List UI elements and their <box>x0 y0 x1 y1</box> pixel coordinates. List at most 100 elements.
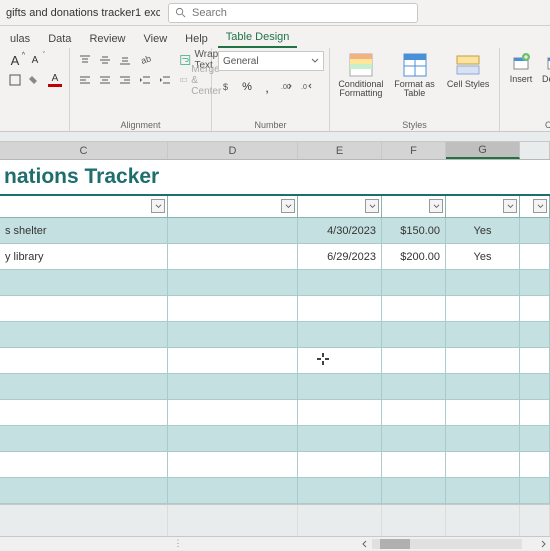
empty-grid[interactable] <box>0 504 550 538</box>
cell[interactable]: $200.00 <box>382 244 446 269</box>
cell[interactable]: 4/30/2023 <box>298 218 382 243</box>
align-left-button[interactable] <box>76 71 94 89</box>
cell[interactable] <box>446 270 520 295</box>
cell[interactable] <box>382 270 446 295</box>
table-row[interactable] <box>0 452 550 478</box>
filter-button-e[interactable] <box>365 199 379 213</box>
cell[interactable] <box>168 426 298 451</box>
filter-button-h[interactable] <box>533 199 547 213</box>
increase-font-button[interactable]: A^ <box>6 51 24 69</box>
cell[interactable] <box>520 400 550 425</box>
cell[interactable]: s shelter <box>0 218 168 243</box>
tab-formulas[interactable]: ulas <box>2 30 38 48</box>
table-row[interactable] <box>0 296 550 322</box>
align-top-button[interactable] <box>76 51 94 69</box>
cell[interactable] <box>168 478 298 503</box>
cell[interactable] <box>298 296 382 321</box>
cell[interactable] <box>298 270 382 295</box>
column-header-g[interactable]: G <box>446 142 520 159</box>
table-row[interactable]: s shelter4/30/2023$150.00Yes <box>0 218 550 244</box>
cell[interactable] <box>382 296 446 321</box>
horizontal-scrollbar[interactable]: ⋮ <box>0 536 550 550</box>
scroll-track[interactable] <box>372 539 522 549</box>
cell[interactable]: Yes <box>446 244 520 269</box>
cell-styles-button[interactable]: Cell Styles <box>443 51 493 89</box>
cell[interactable] <box>446 478 520 503</box>
increase-decimal-button[interactable]: .00 <box>278 78 296 96</box>
filter-button-f[interactable] <box>429 199 443 213</box>
align-right-button[interactable] <box>116 71 134 89</box>
scroll-thumb[interactable] <box>380 539 410 549</box>
table-row[interactable] <box>0 426 550 452</box>
conditional-formatting-button[interactable]: Conditional Formatting <box>336 51 386 99</box>
tab-review[interactable]: Review <box>81 30 133 48</box>
tab-data[interactable]: Data <box>40 30 79 48</box>
table-row[interactable]: y library 6/29/2023$200.00Yes <box>0 244 550 270</box>
accounting-format-button[interactable]: $ <box>218 78 236 96</box>
search-input[interactable]: Search <box>168 3 418 23</box>
cell[interactable] <box>520 452 550 477</box>
cell[interactable] <box>168 374 298 399</box>
scroll-right-button[interactable] <box>536 537 550 551</box>
table-row[interactable] <box>0 478 550 504</box>
tab-table-design[interactable]: Table Design <box>218 28 298 48</box>
column-header-c[interactable]: C <box>0 142 168 159</box>
cell[interactable] <box>520 348 550 373</box>
cell[interactable] <box>446 374 520 399</box>
cell[interactable] <box>382 400 446 425</box>
cell[interactable] <box>168 322 298 347</box>
cell[interactable] <box>0 348 168 373</box>
filename-dropdown[interactable]: gifts and donations tracker1 excel cdg..… <box>0 7 160 19</box>
filter-button-d[interactable] <box>281 199 295 213</box>
cell[interactable] <box>520 244 550 269</box>
cell[interactable] <box>382 478 446 503</box>
cell[interactable]: 6/29/2023 <box>298 244 382 269</box>
insert-button[interactable]: Insert <box>506 51 536 84</box>
cell[interactable] <box>0 270 168 295</box>
cell[interactable] <box>168 296 298 321</box>
percent-format-button[interactable]: % <box>238 78 256 96</box>
table-row[interactable] <box>0 374 550 400</box>
cell[interactable]: y library <box>0 244 168 269</box>
cell[interactable] <box>298 322 382 347</box>
cell[interactable] <box>0 322 168 347</box>
number-format-dropdown[interactable]: General <box>218 51 324 71</box>
increase-indent-button[interactable] <box>156 71 174 89</box>
align-bottom-button[interactable] <box>116 51 134 69</box>
cell[interactable] <box>446 322 520 347</box>
table-row[interactable] <box>0 400 550 426</box>
cell[interactable] <box>168 270 298 295</box>
cell[interactable] <box>520 478 550 503</box>
column-header-e[interactable]: E <box>298 142 382 159</box>
cell[interactable] <box>298 348 382 373</box>
cell[interactable] <box>298 374 382 399</box>
cell[interactable] <box>168 244 298 269</box>
cell[interactable] <box>168 452 298 477</box>
cell[interactable] <box>0 374 168 399</box>
filter-button-c[interactable] <box>151 199 165 213</box>
column-header-h[interactable] <box>520 142 550 159</box>
table-row[interactable] <box>0 270 550 296</box>
delete-button[interactable]: Delete <box>540 51 550 84</box>
cell[interactable] <box>0 478 168 503</box>
cell[interactable] <box>382 374 446 399</box>
decrease-decimal-button[interactable]: .0 <box>298 78 316 96</box>
tab-view[interactable]: View <box>136 30 176 48</box>
font-color-button[interactable]: A <box>46 71 64 89</box>
worksheet[interactable]: nations Tracker s shelter4/30/2023$150.0… <box>0 160 550 504</box>
cell[interactable] <box>520 322 550 347</box>
table-row[interactable] <box>0 348 550 374</box>
format-as-table-button[interactable]: Format as Table <box>390 51 440 99</box>
cell[interactable] <box>520 296 550 321</box>
cell[interactable] <box>0 452 168 477</box>
cell[interactable] <box>168 400 298 425</box>
cell[interactable] <box>298 426 382 451</box>
tab-help[interactable]: Help <box>177 30 216 48</box>
decrease-font-button[interactable]: Aˇ <box>26 51 44 69</box>
fill-color-button[interactable] <box>26 71 44 89</box>
cell[interactable] <box>168 218 298 243</box>
scroll-left-button[interactable] <box>358 537 372 551</box>
cell[interactable]: Yes <box>446 218 520 243</box>
cell[interactable] <box>382 322 446 347</box>
sheet-title[interactable]: nations Tracker <box>0 160 550 196</box>
